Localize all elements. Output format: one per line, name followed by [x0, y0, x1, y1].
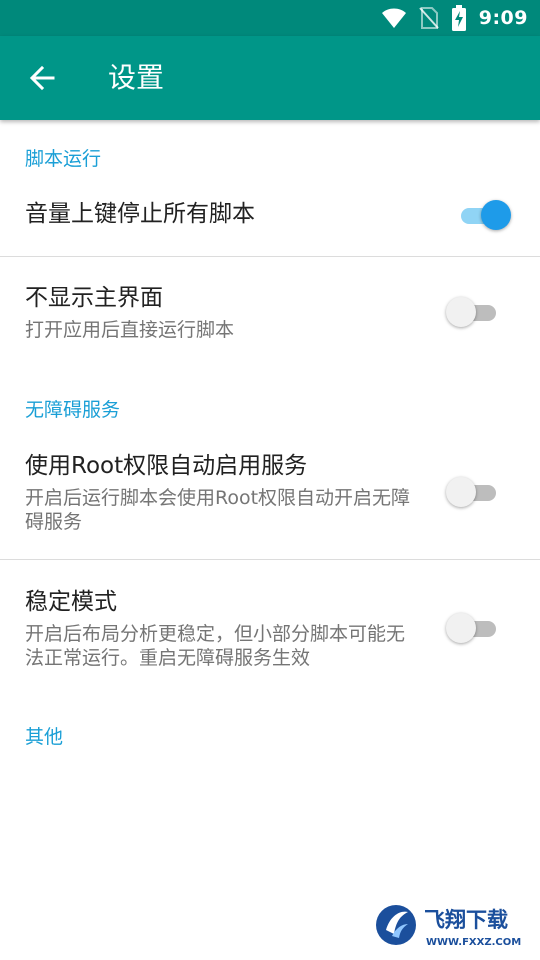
battery-charging-icon [451, 5, 466, 31]
svg-text:WWW.FXXZ.COM: WWW.FXXZ.COM [426, 937, 521, 948]
pref-summary: 开启后运行脚本会使用Root权限自动开启无障碍服务 [25, 487, 411, 533]
arrow-left-icon [29, 65, 55, 91]
hide-main-ui-switch[interactable] [446, 293, 502, 333]
no-sim-icon [418, 7, 439, 29]
divider [0, 256, 540, 257]
pref-volume-up-stop-scripts[interactable]: 音量上键停止所有脚本 [0, 176, 540, 258]
pref-title: 使用Root权限自动启用服务 [25, 453, 308, 479]
pref-stable-mode[interactable]: 稳定模式 开启后布局分析更稳定，但小部分脚本可能无法正常运行。重启无障碍服务生效 [0, 566, 540, 686]
switch-thumb [446, 477, 476, 507]
divider [0, 559, 540, 560]
pref-title: 稳定模式 [25, 589, 117, 615]
svg-text:飞翔下载: 飞翔下载 [424, 908, 508, 932]
pref-root-auto-enable-service[interactable]: 使用Root权限自动启用服务 开启后运行脚本会使用Root权限自动开启无障碍服务 [0, 430, 540, 558]
volume-up-stop-switch[interactable] [455, 196, 511, 236]
section-title-script-running: 脚本运行 [25, 148, 102, 170]
pref-hide-main-ui[interactable]: 不显示主界面 打开应用后直接运行脚本 [0, 260, 540, 370]
wifi-icon [381, 8, 406, 28]
root-auto-enable-switch[interactable] [446, 473, 502, 513]
switch-thumb [446, 297, 476, 327]
status-time: 9:09 [478, 7, 528, 29]
app-bar: 设置 [0, 36, 540, 120]
settings-list: 脚本运行 音量上键停止所有脚本 不显示主界面 打开应用后直接运行脚本 无障碍服务… [0, 120, 540, 960]
pref-summary: 开启后布局分析更稳定，但小部分脚本可能无法正常运行。重启无障碍服务生效 [25, 623, 406, 669]
status-bar: 9:09 [0, 0, 540, 36]
pref-summary: 打开应用后直接运行脚本 [25, 319, 235, 341]
stable-mode-switch[interactable] [446, 609, 502, 649]
page-title: 设置 [108, 61, 165, 94]
pref-title: 音量上键停止所有脚本 [25, 201, 255, 227]
switch-thumb [446, 613, 476, 643]
back-button[interactable] [22, 58, 62, 98]
section-title-other: 其他 [25, 726, 64, 748]
switch-thumb [481, 200, 511, 230]
watermark-logo: 飞翔下载 WWW.FXXZ.COM [374, 900, 530, 952]
section-title-accessibility-service: 无障碍服务 [25, 399, 121, 421]
status-icons: 9:09 [381, 5, 528, 31]
fxxz-logo-icon: 飞翔下载 WWW.FXXZ.COM [374, 900, 530, 952]
pref-title: 不显示主界面 [25, 285, 163, 311]
